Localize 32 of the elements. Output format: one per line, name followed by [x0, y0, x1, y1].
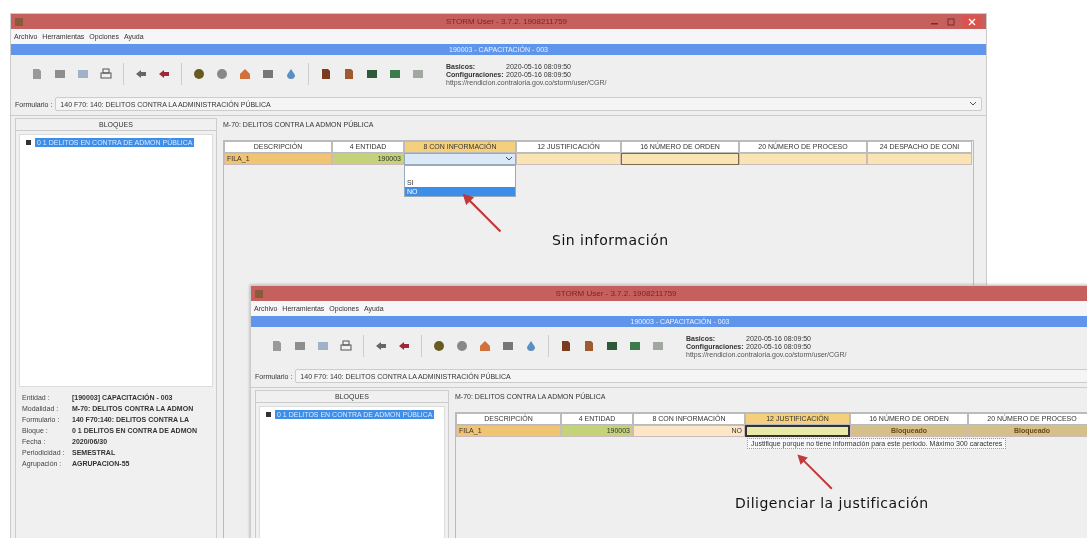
app-icon: [255, 289, 263, 298]
window-title: STORM User - 3.7.2. 1908211759: [554, 289, 678, 298]
arrow-icon: [460, 191, 504, 235]
combo-box[interactable]: [404, 153, 516, 165]
window-title: STORM User - 3.7.2. 1908211759: [444, 17, 569, 26]
caret-icon: [969, 101, 977, 107]
annotation-text: Sin información: [552, 232, 669, 248]
app-icon: [15, 17, 23, 26]
page-icon[interactable]: [560, 340, 572, 352]
annotation-text: Diligenciar la justificación: [735, 495, 929, 511]
house-icon[interactable]: [239, 68, 251, 80]
arrow-icon[interactable]: [158, 68, 170, 80]
arrow-icon[interactable]: [135, 68, 147, 80]
maximize-icon[interactable]: [946, 17, 956, 26]
input-field[interactable]: [745, 425, 850, 437]
node-icon: [266, 412, 271, 417]
page-icon[interactable]: [320, 68, 332, 80]
printer-icon[interactable]: [100, 68, 112, 80]
arrow-icon[interactable]: [375, 340, 387, 352]
document-icon[interactable]: [31, 68, 43, 80]
drop-icon[interactable]: [285, 68, 297, 80]
printer-icon[interactable]: [340, 340, 352, 352]
arrow-icon: [795, 452, 835, 492]
page-icon[interactable]: [343, 68, 355, 80]
house-icon[interactable]: [479, 340, 491, 352]
drop-icon[interactable]: [525, 340, 537, 352]
caret-icon: [505, 156, 513, 162]
close-icon[interactable]: [962, 15, 982, 28]
arrow-icon[interactable]: [398, 340, 410, 352]
page-icon[interactable]: [583, 340, 595, 352]
document-icon[interactable]: [271, 340, 283, 352]
node-icon: [26, 140, 31, 145]
